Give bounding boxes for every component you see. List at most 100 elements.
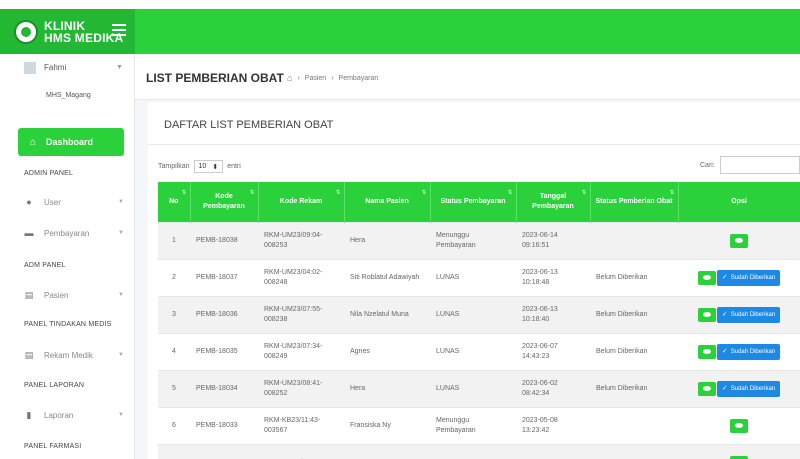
column-header[interactable]: No ⇅ — [158, 182, 191, 222]
sidebar-item-pasien[interactable]: ▤ Pasien ▼ — [24, 288, 124, 302]
check-icon: ✓ — [721, 347, 728, 355]
bed-icon: ▤ — [24, 289, 34, 300]
user-icon: ● — [26, 197, 32, 207]
cell-tanggal: 2023-06-02 08:42:34 — [516, 369, 590, 407]
top-navbar: KLINIK HMS MEDIKA — [0, 9, 800, 54]
cell-status-obat — [590, 406, 678, 444]
mark-given-button[interactable]: ✓ Sudah Diberikan — [716, 380, 781, 397]
cell-status-bayar: LUNAS — [430, 258, 516, 296]
eye-icon — [702, 349, 711, 354]
chevron-down-icon: ⬍ — [212, 163, 219, 171]
cell-tanggal: 2023-05-08 — [516, 443, 590, 459]
cell-status-bayar: Menunggu Pembayaran — [430, 406, 516, 444]
cell-kode-rekam: RKM-UM23/09:04-008253 — [258, 221, 344, 259]
mark-given-button[interactable]: ✓ Sudah Diberikan — [716, 343, 781, 360]
column-header: Opsi — [678, 182, 800, 222]
search-input[interactable] — [720, 156, 800, 174]
chevron-down-icon: ▼ — [118, 292, 124, 298]
payment-icon: ▬ — [24, 228, 34, 238]
view-button[interactable] — [697, 307, 716, 322]
cell-nama: Siti Roblatul Adawiyah — [344, 258, 430, 296]
cell-nama: Agnes — [344, 332, 430, 370]
cell-status-obat: Belum Diberikan — [590, 369, 678, 407]
home-icon: ⌂ — [30, 136, 37, 148]
entries-select[interactable]: 10 ⬍ — [193, 160, 224, 173]
column-header[interactable]: Nama Pasien ⇅ — [344, 182, 431, 222]
column-header[interactable]: Tanggal Pembayaran ⇅ — [516, 182, 591, 222]
cell-status-bayar: LUNAS — [430, 295, 516, 333]
column-header[interactable]: Status Pemberian Obat ⇅ — [590, 182, 679, 222]
breadcrumb: ⌂ › Pasien › Pembayaran — [287, 73, 379, 83]
home-icon[interactable]: ⌂ — [287, 73, 292, 83]
cell-nama: Fransiska Ny — [344, 406, 430, 444]
chevron-down-icon: ▼ — [118, 352, 124, 358]
chevron-down-icon[interactable]: ▼ — [116, 64, 123, 71]
breadcrumb-pasien[interactable]: Pasien — [305, 75, 326, 82]
cell-no: 2 — [158, 258, 190, 296]
column-header[interactable]: Kode Rekam ⇅ — [258, 182, 345, 222]
check-icon: ✓ — [721, 384, 728, 392]
cell-opsi — [678, 221, 800, 259]
table-row: 3 PEMB-18036 RKM-UM23/07:55-008238 Nila Nze… — [158, 295, 800, 333]
view-button[interactable] — [697, 381, 716, 396]
cell-tanggal: 2023-05-08 13:23:42 — [516, 406, 590, 444]
sidebar-item-user[interactable]: ● User ▼ — [24, 195, 124, 209]
view-button[interactable] — [697, 270, 716, 285]
cell-status-bayar: LUNAS — [430, 369, 516, 407]
cell-status-obat — [590, 221, 678, 259]
check-icon: ✓ — [721, 310, 728, 318]
cell-kode-rekam: RKM-UM23/04:02-008248 — [258, 258, 344, 296]
user-panel[interactable]: Fahmi ▼ MHS_Magang — [24, 62, 124, 112]
cell-kode-rekam: RKM-UM23/07:55-008238 — [258, 295, 344, 333]
cell-kode-pembayaran: PEMB-18038 — [190, 221, 258, 259]
cell-no: 7 — [158, 443, 190, 459]
check-icon: ✓ — [721, 273, 728, 281]
cell-no: 4 — [158, 332, 190, 370]
file-icon: ▮ — [26, 409, 32, 420]
view-button[interactable] — [730, 233, 748, 248]
cell-kode-rekam: RKM-UM23/07:34-008249 — [258, 332, 344, 370]
eye-icon — [702, 386, 711, 391]
chevron-down-icon: ▼ — [118, 230, 124, 236]
cell-kode-pembayaran: PEMB-18037 — [190, 258, 258, 296]
view-button[interactable] — [730, 418, 748, 433]
section-adm-panel: ADM PANEL — [24, 262, 66, 269]
user-role: MHS_Magang — [46, 92, 91, 99]
cell-status-bayar: Menunggu — [430, 443, 516, 459]
cell-kode-rekam: RKM-UM23/08:41-008252 — [258, 369, 344, 407]
mark-given-button[interactable]: ✓ Sudah Diberikan — [716, 306, 781, 323]
column-header[interactable]: Kode Pembayaran ⇅ — [190, 182, 259, 222]
cell-tanggal: 2023-06-14 09:16:51 — [516, 221, 590, 259]
cell-nama: Hera — [344, 221, 430, 259]
cell-status-obat — [590, 443, 678, 459]
cell-kode-pembayaran — [190, 443, 258, 459]
sidebar: Fahmi ▼ MHS_Magang ⌂ Dashboard ADMIN PAN… — [0, 54, 135, 459]
sidebar-item-rekam-medik[interactable]: ▤ Rekam Medik ▼ — [24, 348, 124, 362]
cell-tanggal: 2023-06-13 10:18:40 — [516, 295, 590, 333]
cell-status-bayar: LUNAS — [430, 332, 516, 370]
sidebar-item-dashboard[interactable]: ⌂ Dashboard — [18, 128, 124, 156]
view-button[interactable] — [697, 344, 716, 359]
cell-status-bayar: Menunggu Pembayaran — [430, 221, 516, 259]
chevron-down-icon: ▼ — [118, 412, 124, 418]
user-name: Fahmi — [44, 63, 67, 72]
cell-no: 3 — [158, 295, 190, 333]
sidebar-item-pembayaran[interactable]: ▬ Pembayaran ▼ — [24, 226, 125, 240]
cell-opsi: ✓ Sudah Diberikan — [678, 369, 800, 407]
table-row: 4 PEMB-18035 RKM-UM23/07:34-008249 Agnes LUN… — [158, 332, 800, 370]
mark-given-button[interactable]: ✓ Sudah Diberikan — [716, 269, 781, 286]
chevron-down-icon: ▼ — [118, 199, 124, 205]
cell-nama: Hera — [344, 369, 430, 407]
column-header[interactable]: Status Pembayaran ⇅ — [430, 182, 517, 222]
hamburger-menu-icon[interactable] — [112, 24, 126, 36]
sidebar-item-laporan[interactable]: ▮ Laporan ▼ — [24, 408, 124, 422]
cell-tanggal: 2023-06-13 10:18:48 — [516, 258, 590, 296]
table-row: 2 PEMB-18037 RKM-UM23/04:02-008248 Siti Rob… — [158, 258, 800, 296]
cell-kode-pembayaran: PEMB-18035 — [190, 332, 258, 370]
eye-icon — [702, 312, 711, 317]
cell-opsi — [678, 443, 800, 459]
cell-kode-rekam: RKM-KB23/11:43-003567 — [258, 406, 344, 444]
cell-kode-rekam: RKM-UM23/10:32- — [258, 443, 344, 459]
brand[interactable]: KLINIK HMS MEDIKA — [0, 9, 135, 54]
section-panel-tindakan-medis: PANEL TINDAKAN MEDIS — [24, 321, 112, 328]
